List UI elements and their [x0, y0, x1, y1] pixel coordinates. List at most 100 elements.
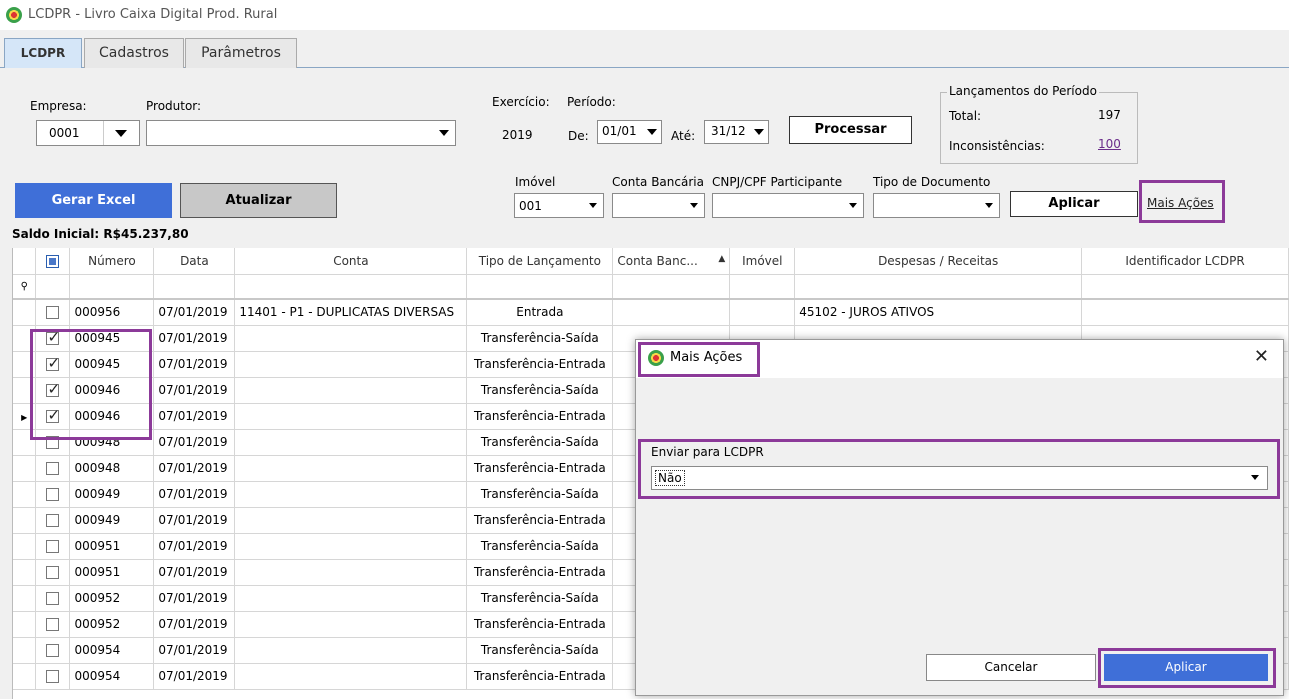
cell-numero: 000954	[69, 663, 155, 690]
row-checkbox[interactable]	[35, 611, 71, 638]
close-icon[interactable]: ✕	[1254, 346, 1269, 367]
cell-imovel	[729, 299, 796, 326]
col-numero[interactable]: Número	[69, 248, 155, 275]
cell-identificador	[1081, 299, 1289, 326]
ate-select[interactable]: 31/12	[704, 120, 769, 144]
exercicio-label: Exercício:	[492, 95, 550, 109]
gerar-excel-button[interactable]: Gerar Excel	[15, 183, 172, 218]
cell-tipo: Transferência-Saída	[466, 533, 614, 560]
cell-tipo: Transferência-Entrada	[466, 611, 614, 638]
row-checkbox[interactable]	[35, 455, 71, 482]
cell-data: 07/01/2019	[153, 351, 236, 378]
cell-tipo: Transferência-Saída	[466, 481, 614, 508]
total-label: Total:	[949, 109, 982, 123]
ate-dropdown-icon[interactable]	[754, 129, 764, 135]
produtor-dropdown-icon[interactable]	[439, 130, 449, 136]
filter-cell[interactable]	[35, 274, 71, 300]
filter-cell[interactable]	[153, 274, 236, 300]
filter-cell[interactable]	[1081, 274, 1289, 300]
cell-numero: 000952	[69, 585, 155, 612]
cell-tipo: Entrada	[466, 299, 614, 326]
app-logo-icon	[6, 7, 22, 23]
conta-bancaria-dropdown-icon[interactable]	[690, 202, 698, 208]
cell-data: 07/01/2019	[153, 559, 236, 586]
cell-tipo: Transferência-Saída	[466, 325, 614, 352]
row-checkbox[interactable]	[35, 585, 71, 612]
atualizar-button[interactable]: Atualizar	[180, 183, 337, 218]
filter-cell[interactable]	[234, 274, 468, 300]
de-value: 01/01	[602, 124, 637, 138]
row-indicator	[13, 481, 37, 508]
cnpj-select[interactable]	[712, 193, 864, 218]
row-indicator	[13, 299, 37, 326]
filter-cell[interactable]	[466, 274, 614, 300]
imovel-dropdown-icon[interactable]	[589, 202, 597, 208]
title-bar: LCDPR - Livro Caixa Digital Prod. Rural	[0, 0, 1289, 30]
conta-bancaria-select[interactable]	[612, 193, 705, 218]
imovel-label: Imóvel	[515, 175, 556, 189]
col-conta-bancaria[interactable]: Conta Banc... ▲	[612, 248, 731, 275]
col-identificador-lcdpr[interactable]: Identificador LCDPR	[1081, 248, 1289, 275]
cell-tipo: Transferência-Entrada	[466, 507, 614, 534]
table-row[interactable]: 000956 07/01/2019 11401 - P1 - DUPLICATAS …	[13, 299, 1289, 326]
de-dropdown-icon[interactable]	[647, 129, 657, 135]
cnpj-dropdown-icon[interactable]	[849, 202, 857, 208]
select-all-checkbox[interactable]	[35, 248, 71, 275]
window-title: LCDPR - Livro Caixa Digital Prod. Rural	[28, 7, 278, 22]
row-checkbox[interactable]	[35, 507, 71, 534]
col-conta[interactable]: Conta	[234, 248, 468, 275]
filter-cell[interactable]	[729, 274, 796, 300]
tab-lcdpr[interactable]: LCDPR	[4, 38, 82, 68]
imovel-select[interactable]: 001	[514, 193, 604, 218]
tab-cadastros[interactable]: Cadastros	[84, 38, 184, 68]
cell-tipo: Transferência-Entrada	[466, 351, 614, 378]
filter-cell[interactable]	[612, 274, 731, 300]
de-select[interactable]: 01/01	[597, 120, 662, 144]
cell-conta	[234, 403, 468, 430]
total-value: 197	[1098, 108, 1121, 122]
filter-cell[interactable]	[69, 274, 155, 300]
empresa-dropdown-icon[interactable]	[115, 130, 127, 137]
filter-cell[interactable]	[794, 274, 1083, 300]
tab-parametros[interactable]: Parâmetros	[185, 38, 297, 68]
aplicar-filtros-button[interactable]: Aplicar	[1010, 191, 1138, 217]
cell-data: 07/01/2019	[153, 533, 236, 560]
cell-tipo: Transferência-Entrada	[466, 663, 614, 690]
col-data[interactable]: Data	[153, 248, 236, 275]
cell-tipo: Transferência-Entrada	[466, 403, 614, 430]
de-label: De:	[568, 129, 589, 143]
col-imovel[interactable]: Imóvel	[729, 248, 796, 275]
processar-button[interactable]: Processar	[789, 116, 912, 144]
grid-filter-row: ⚲	[13, 274, 1289, 300]
cnpj-label: CNPJ/CPF Participante	[712, 175, 843, 189]
col-despesas-receitas[interactable]: Despesas / Receitas	[794, 248, 1083, 275]
lancamentos-group	[940, 92, 1138, 164]
cancelar-button[interactable]: Cancelar	[926, 654, 1096, 681]
checked-rows-highlight	[30, 329, 152, 440]
row-checkbox[interactable]	[35, 481, 71, 508]
row-checkbox[interactable]	[35, 663, 71, 690]
cell-data: 07/01/2019	[153, 611, 236, 638]
cell-data: 07/01/2019	[153, 507, 236, 534]
row-checkbox[interactable]	[35, 637, 71, 664]
enviar-lcdpr-highlight	[638, 439, 1280, 499]
cell-tipo: Transferência-Entrada	[466, 455, 614, 482]
cell-numero: 000951	[69, 559, 155, 586]
produtor-select[interactable]	[146, 120, 456, 146]
cell-tipo: Transferência-Saída	[466, 429, 614, 456]
cell-conta	[234, 585, 468, 612]
cell-data: 07/01/2019	[153, 663, 236, 690]
inconsistencias-link[interactable]: 100	[1098, 137, 1121, 151]
cell-numero: 000954	[69, 637, 155, 664]
tipo-documento-dropdown-icon[interactable]	[985, 202, 993, 208]
cell-conta	[234, 611, 468, 638]
row-checkbox[interactable]	[35, 533, 71, 560]
row-indicator	[13, 507, 37, 534]
empresa-select[interactable]: 0001	[36, 120, 140, 146]
inconsistencias-label: Inconsistências:	[949, 139, 1045, 153]
cell-tipo: Transferência-Entrada	[466, 559, 614, 586]
row-checkbox[interactable]	[35, 559, 71, 586]
row-checkbox[interactable]	[35, 299, 71, 326]
tipo-documento-select[interactable]	[873, 193, 1000, 218]
col-tipo-lancamento[interactable]: Tipo de Lançamento	[466, 248, 614, 275]
